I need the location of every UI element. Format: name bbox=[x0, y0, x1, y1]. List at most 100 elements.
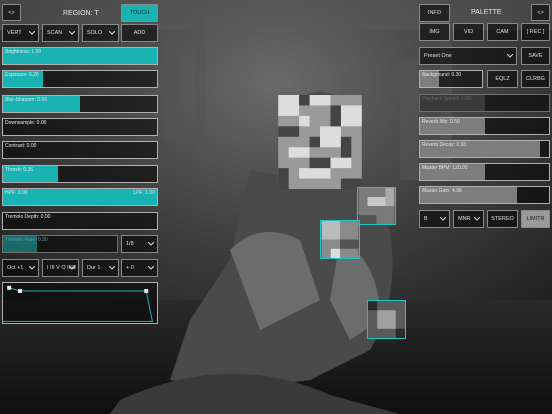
slider-label: Exposure: 0.26 bbox=[5, 72, 39, 78]
chevron-down-icon bbox=[148, 242, 154, 246]
orientation-select[interactable]: VERT bbox=[2, 24, 39, 42]
slider-label: Background: 0.30 bbox=[422, 72, 462, 78]
add-button-label: ADD bbox=[133, 30, 146, 36]
hpf-label: HPF: 0.00 bbox=[5, 190, 28, 196]
envelope-handle[interactable] bbox=[7, 285, 12, 290]
slider-label: Reverb Mix: 0.50 bbox=[422, 119, 460, 125]
region-box-chest[interactable] bbox=[320, 220, 360, 259]
limiter-button-label: LIMITR bbox=[526, 216, 545, 222]
region-box-shoulder[interactable] bbox=[357, 187, 396, 225]
forward-button-label: <> bbox=[537, 9, 544, 16]
chevron-down-icon bbox=[507, 54, 513, 58]
reverb-decay-slider[interactable]: Reverb Decay: 0.93 bbox=[419, 140, 550, 158]
slider-label: Blur-Sharpen: 0.50 bbox=[5, 97, 47, 103]
chord-select[interactable]: I III V O III/2 bbox=[42, 259, 79, 277]
master-bpm-slider[interactable]: Master BPM: 120.00 bbox=[419, 163, 550, 181]
reverb-mix-slider[interactable]: Reverb Mix: 0.50 bbox=[419, 117, 550, 135]
tremolo-depth-slider[interactable]: Tremolo Depth: 0.00 bbox=[2, 212, 158, 230]
chevron-down-icon bbox=[29, 266, 35, 270]
slider-label: Reverb Decay: 0.93 bbox=[422, 142, 467, 148]
image-button-label: IMG bbox=[429, 29, 440, 35]
video-button-label: VID bbox=[463, 29, 474, 35]
contrast-slider[interactable]: Contrast: 0.00 bbox=[2, 141, 158, 159]
orientation-select-value: VERT bbox=[7, 30, 22, 36]
scale-select[interactable]: MNR bbox=[453, 210, 484, 228]
slider-label: Tremolo Depth: 0.00 bbox=[5, 214, 51, 220]
solo-select[interactable]: SOLO bbox=[82, 24, 119, 42]
slider-label: Tremolo Rate: 0.30 bbox=[5, 237, 48, 243]
slider-label: Contrast: 0.00 bbox=[5, 143, 37, 149]
background-slider[interactable]: Background: 0.30 bbox=[419, 70, 483, 88]
downsample-slider[interactable]: Downsample: 0.00 bbox=[2, 118, 158, 136]
hpf-lpf-slider[interactable]: HPF: 0.00 LPF: 1.00 bbox=[2, 188, 158, 206]
add-button[interactable]: ADD bbox=[121, 24, 158, 42]
forward-button[interactable]: <> bbox=[531, 4, 550, 21]
slider-label: Downsample: 0.00 bbox=[5, 120, 47, 126]
envelope-curve[interactable] bbox=[3, 283, 157, 323]
tremolo-rate-slider[interactable]: Tremolo Rate: 0.30 bbox=[2, 235, 118, 253]
chevron-down-icon bbox=[440, 217, 446, 221]
stereo-button-label: STEREO bbox=[491, 216, 514, 222]
duration-select[interactable]: Dur 1 bbox=[82, 259, 119, 277]
key-select-value: B bbox=[424, 216, 428, 222]
chevron-down-icon bbox=[29, 31, 35, 35]
chevron-down-icon bbox=[109, 31, 115, 35]
chevron-down-icon bbox=[109, 266, 115, 270]
info-button-label: INFO bbox=[427, 10, 442, 16]
stereo-button[interactable]: STEREO bbox=[487, 210, 518, 228]
slider-label: Playback Speed: 1.00 bbox=[422, 96, 471, 102]
duration-select-value: Dur 1 bbox=[87, 265, 101, 271]
touch-button[interactable]: TOUCH bbox=[121, 4, 158, 22]
transpose-select-value: + 0 bbox=[126, 265, 134, 271]
camera-button-label: CAM bbox=[496, 29, 509, 35]
preset-select[interactable]: Preset One bbox=[419, 47, 517, 65]
back-button-label: <> bbox=[8, 9, 15, 16]
master-gain-slider[interactable]: Master Gain: 4.98 bbox=[419, 186, 550, 204]
region-box-head[interactable] bbox=[276, 94, 364, 190]
rate-division-select[interactable]: 1/8 bbox=[121, 235, 158, 253]
chevron-down-icon bbox=[474, 217, 480, 221]
brightness-slider[interactable]: Brightness: 1.00 bbox=[2, 47, 158, 65]
rate-division-value: 1/8 bbox=[126, 241, 134, 247]
info-button[interactable]: INFO bbox=[419, 4, 450, 22]
save-button[interactable]: SAVE bbox=[521, 47, 550, 65]
scale-select-value: MNR bbox=[458, 216, 471, 222]
clear-background-button-label: CLRBG bbox=[526, 76, 545, 82]
chevron-down-icon bbox=[69, 31, 75, 35]
record-button[interactable]: [ REC ] bbox=[521, 23, 550, 41]
back-button[interactable]: <> bbox=[2, 4, 21, 21]
camera-button[interactable]: CAM bbox=[487, 23, 518, 41]
chevron-down-icon bbox=[148, 266, 154, 270]
slider-label: Brightness: 1.00 bbox=[5, 49, 42, 55]
region-label: REGION: T bbox=[63, 10, 99, 17]
playback-speed-slider[interactable]: Playback Speed: 1.00 bbox=[419, 94, 550, 112]
threshold-slider[interactable]: Thresh: 0.36 bbox=[2, 165, 158, 183]
equalize-button[interactable]: EQLZ bbox=[487, 70, 518, 88]
lpf-label: LPF: 1.00 bbox=[133, 190, 155, 196]
slider-label: Master Gain: 4.98 bbox=[422, 188, 462, 194]
region-box-hand[interactable] bbox=[367, 300, 406, 339]
blur-sharpen-slider[interactable]: Blur-Sharpen: 0.50 bbox=[2, 95, 158, 113]
image-button[interactable]: IMG bbox=[419, 23, 450, 41]
save-button-label: SAVE bbox=[528, 53, 543, 59]
octave-select[interactable]: Oct +1 bbox=[2, 259, 39, 277]
record-button-label: [ REC ] bbox=[526, 29, 545, 35]
transpose-select[interactable]: + 0 bbox=[121, 259, 158, 277]
key-select[interactable]: B bbox=[419, 210, 450, 228]
envelope-handle[interactable] bbox=[144, 289, 149, 293]
envelope-handle[interactable] bbox=[17, 289, 22, 293]
scan-select[interactable]: SCAN bbox=[42, 24, 79, 42]
preset-select-value: Preset One bbox=[424, 53, 452, 59]
octave-select-value: Oct +1 bbox=[7, 265, 24, 271]
solo-select-value: SOLO bbox=[87, 30, 103, 36]
equalize-button-label: EQLZ bbox=[495, 76, 510, 82]
slider-label: Thresh: 0.36 bbox=[5, 167, 34, 173]
palette-label: PALETTE bbox=[471, 9, 502, 16]
video-button[interactable]: VID bbox=[453, 23, 484, 41]
scan-select-value: SCAN bbox=[47, 30, 63, 36]
exposure-slider[interactable]: Exposure: 0.26 bbox=[2, 70, 158, 88]
limiter-button[interactable]: LIMITR bbox=[521, 210, 550, 228]
slider-label: Master BPM: 120.00 bbox=[422, 165, 468, 171]
clear-background-button[interactable]: CLRBG bbox=[521, 70, 550, 88]
envelope-editor[interactable] bbox=[2, 282, 158, 324]
